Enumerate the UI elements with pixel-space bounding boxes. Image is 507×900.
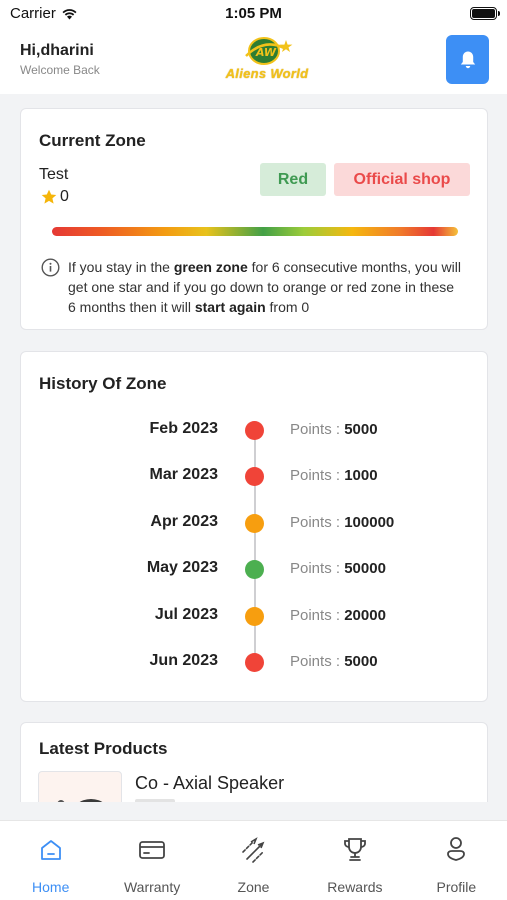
aliens-world-logo: AW Aliens World xyxy=(212,36,322,84)
zone-stars: 0 xyxy=(41,188,69,206)
history-points: Points : 5000 xyxy=(290,653,378,670)
history-row: Jul 2023 Points : 20000 xyxy=(21,604,489,628)
zone-icon xyxy=(239,835,269,865)
profile-icon xyxy=(441,835,471,865)
home-content[interactable]: Current Zone Test 0 Red Official shop If… xyxy=(0,94,507,802)
nav-label: Warranty xyxy=(123,879,181,895)
nav-warranty[interactable]: Warranty xyxy=(101,821,202,900)
greeting-subtitle: Welcome Back xyxy=(20,63,100,77)
nav-zone[interactable]: Zone xyxy=(203,821,304,900)
nav-label: Home xyxy=(32,879,70,895)
zone-history-card: History Of Zone Feb 2023 Points : 5000 M… xyxy=(20,351,488,702)
history-month: Apr 2023 xyxy=(150,513,218,530)
zone-info: If you stay in the green zone for 6 cons… xyxy=(41,257,461,317)
speaker-image xyxy=(57,799,103,802)
bell-icon xyxy=(460,51,475,68)
product-subtitle-clipped xyxy=(135,799,175,802)
current-zone-title: Current Zone xyxy=(39,131,146,150)
clock: 1:05 PM xyxy=(225,5,282,22)
latest-products-card: Latest Products Co - Axial Speaker xyxy=(20,722,488,802)
history-month: Jul 2023 xyxy=(154,606,218,623)
history-row: Mar 2023 Points : 1000 xyxy=(21,464,489,488)
info-icon xyxy=(41,258,60,277)
zone-info-text: If you stay in the green zone for 6 cons… xyxy=(68,259,461,315)
app-header: Hi,dharini Welcome Back AW Aliens World xyxy=(0,28,507,94)
history-points: Points : 5000 xyxy=(290,421,378,438)
history-row: Feb 2023 Points : 5000 xyxy=(21,418,489,442)
zone-name: Test xyxy=(39,166,69,183)
zone-dot xyxy=(245,560,264,579)
zone-dot xyxy=(245,653,264,672)
zone-dot xyxy=(245,421,264,440)
nav-home[interactable]: Home xyxy=(0,821,101,900)
notifications-button[interactable] xyxy=(446,35,489,84)
status-bar: Carrier 1:05 PM xyxy=(0,0,507,28)
zone-history-title: History Of Zone xyxy=(39,374,167,393)
zone-gradient-bar xyxy=(52,227,458,236)
history-points: Points : 1000 xyxy=(290,467,378,484)
logo-text: Aliens World xyxy=(225,66,309,81)
logo-globe-icon: AW xyxy=(245,37,293,65)
greeting: Hi,dharini Welcome Back xyxy=(20,42,100,77)
history-row: Jun 2023 Points : 5000 xyxy=(21,650,489,674)
nav-profile[interactable]: Profile xyxy=(406,821,507,900)
nav-rewards[interactable]: Rewards xyxy=(304,821,405,900)
history-month: May 2023 xyxy=(146,559,218,576)
history-month: Jun 2023 xyxy=(149,652,218,669)
card-icon xyxy=(137,835,167,865)
history-points: Points : 50000 xyxy=(290,560,386,577)
battery-icon xyxy=(470,7,500,20)
zone-dot xyxy=(245,514,264,533)
history-month: Mar 2023 xyxy=(149,466,219,483)
product-image[interactable] xyxy=(38,771,122,802)
nav-label: Rewards xyxy=(327,879,383,895)
latest-products-title: Latest Products xyxy=(39,739,168,758)
history-row: Apr 2023 Points : 100000 xyxy=(21,511,489,535)
zone-dot xyxy=(245,607,264,626)
trophy-icon xyxy=(340,835,370,865)
bottom-nav: Home Warranty Zone Rewards Profile xyxy=(0,820,507,900)
star-icon xyxy=(41,189,57,204)
history-row: May 2023 Points : 50000 xyxy=(21,557,489,581)
current-zone-card: Current Zone Test 0 Red Official shop If… xyxy=(20,108,488,330)
product-name[interactable]: Co - Axial Speaker xyxy=(135,773,284,794)
greeting-name: Hi,dharini xyxy=(20,42,94,59)
zone-dot xyxy=(245,467,264,486)
history-points: Points : 100000 xyxy=(290,514,395,531)
nav-label: Zone xyxy=(237,879,270,895)
home-icon xyxy=(36,835,66,865)
history-month: Feb 2023 xyxy=(149,420,218,437)
history-points: Points : 20000 xyxy=(290,607,386,624)
nav-label: Profile xyxy=(436,879,477,895)
official-shop-badge[interactable]: Official shop xyxy=(334,163,470,196)
star-count: 0 xyxy=(60,188,69,205)
svg-text:AW: AW xyxy=(255,46,277,59)
zone-status-badge: Red xyxy=(260,163,326,196)
